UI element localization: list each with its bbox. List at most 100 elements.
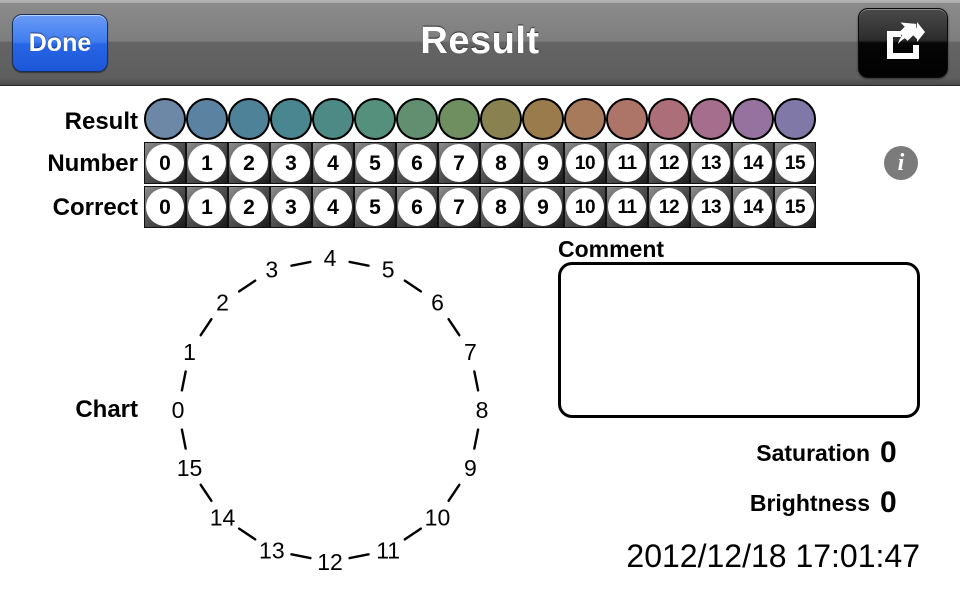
navigation-bar: Done Result bbox=[0, 0, 960, 86]
chart-edge bbox=[199, 483, 213, 503]
number-cell-value: 2 bbox=[230, 144, 268, 182]
chart-node-label: 6 bbox=[431, 290, 444, 316]
number-cell[interactable]: 9 bbox=[522, 142, 564, 184]
saturation-label: Saturation bbox=[756, 440, 870, 466]
correct-cell-value: 7 bbox=[440, 188, 478, 226]
correct-cell-value: 14 bbox=[734, 188, 772, 226]
chart-edge bbox=[180, 428, 187, 450]
correct-cell[interactable]: 9 bbox=[522, 186, 564, 228]
correct-strip: 0 1 2 3 4 5 6 7 8 9 10 11 12 13 14 15 bbox=[144, 186, 816, 228]
number-cell-value: 9 bbox=[524, 144, 562, 182]
number-cell-value: 4 bbox=[314, 144, 352, 182]
number-cell-value: 6 bbox=[398, 144, 436, 182]
page-title: Result bbox=[420, 20, 540, 62]
correct-row-label: Correct bbox=[52, 194, 138, 221]
chart-edge bbox=[447, 317, 461, 337]
correct-cell-value: 4 bbox=[314, 188, 352, 226]
chart-node-label: 0 bbox=[172, 397, 185, 423]
correct-cell-value: 6 bbox=[398, 188, 436, 226]
number-cell[interactable]: 12 bbox=[648, 142, 690, 184]
result-swatch bbox=[312, 98, 354, 140]
result-swatch bbox=[354, 98, 396, 140]
number-cell-value: 15 bbox=[776, 144, 814, 182]
result-swatch bbox=[228, 98, 270, 140]
chart-node-label: 1 bbox=[183, 339, 196, 365]
chart-node-label: 9 bbox=[464, 455, 477, 481]
correct-cell[interactable]: 14 bbox=[732, 186, 774, 228]
correct-cell[interactable]: 1 bbox=[186, 186, 228, 228]
result-screen: Done Result Result Number Correct Chart … bbox=[0, 0, 960, 600]
share-button[interactable] bbox=[858, 8, 948, 78]
chart-node-label: 4 bbox=[324, 245, 337, 271]
number-cell-value: 12 bbox=[650, 144, 688, 182]
result-swatch bbox=[648, 98, 690, 140]
number-cell[interactable]: 3 bbox=[270, 142, 312, 184]
number-cell-value: 13 bbox=[692, 144, 730, 182]
correct-cell[interactable]: 15 bbox=[774, 186, 816, 228]
share-export-icon bbox=[881, 21, 925, 66]
chart-edge bbox=[237, 527, 257, 541]
correct-cell[interactable]: 11 bbox=[606, 186, 648, 228]
correct-cell[interactable]: 4 bbox=[312, 186, 354, 228]
chart-edge bbox=[473, 428, 480, 450]
number-cell[interactable]: 7 bbox=[438, 142, 480, 184]
number-cell[interactable]: 4 bbox=[312, 142, 354, 184]
correct-cell[interactable]: 7 bbox=[438, 186, 480, 228]
correct-cell[interactable]: 13 bbox=[690, 186, 732, 228]
number-cell[interactable]: 14 bbox=[732, 142, 774, 184]
number-cell[interactable]: 5 bbox=[354, 142, 396, 184]
result-swatch bbox=[690, 98, 732, 140]
comment-input[interactable] bbox=[558, 262, 920, 418]
chart-edge bbox=[348, 260, 370, 267]
correct-cell[interactable]: 2 bbox=[228, 186, 270, 228]
result-swatch bbox=[144, 98, 186, 140]
chart-edge bbox=[403, 527, 423, 541]
number-cell[interactable]: 1 bbox=[186, 142, 228, 184]
correct-cell-value: 10 bbox=[566, 188, 604, 226]
correct-cell-value: 11 bbox=[608, 188, 646, 226]
chart-diagram: 0 1 2 3 4 5 6 7 8 9 10 11 12 13 14 15 bbox=[140, 232, 540, 600]
number-cell[interactable]: 8 bbox=[480, 142, 522, 184]
correct-cell-value: 15 bbox=[776, 188, 814, 226]
chart-node-label: 12 bbox=[317, 549, 343, 575]
chart-edge bbox=[237, 279, 257, 293]
correct-cell-value: 12 bbox=[650, 188, 688, 226]
result-swatch bbox=[438, 98, 480, 140]
correct-cell-value: 9 bbox=[524, 188, 562, 226]
timestamp: 2012/12/18 17:01:47 bbox=[626, 538, 920, 574]
number-cell[interactable]: 13 bbox=[690, 142, 732, 184]
chart-node-label: 5 bbox=[382, 257, 395, 283]
number-cell-value: 7 bbox=[440, 144, 478, 182]
saturation-value: 0 bbox=[880, 436, 897, 469]
result-swatch bbox=[270, 98, 312, 140]
chart-edge bbox=[180, 370, 187, 392]
correct-cell[interactable]: 12 bbox=[648, 186, 690, 228]
number-cell[interactable]: 6 bbox=[396, 142, 438, 184]
correct-cell[interactable]: 0 bbox=[144, 186, 186, 228]
number-cell[interactable]: 10 bbox=[564, 142, 606, 184]
correct-cell-value: 5 bbox=[356, 188, 394, 226]
result-swatch bbox=[186, 98, 228, 140]
correct-cell-value: 8 bbox=[482, 188, 520, 226]
number-cell-value: 14 bbox=[734, 144, 772, 182]
correct-cell-value: 3 bbox=[272, 188, 310, 226]
chart-node-label: 11 bbox=[376, 537, 400, 563]
chart-edge bbox=[348, 553, 370, 560]
result-swatch bbox=[522, 98, 564, 140]
number-cell[interactable]: 2 bbox=[228, 142, 270, 184]
correct-cell[interactable]: 5 bbox=[354, 186, 396, 228]
info-icon[interactable]: i bbox=[884, 146, 918, 180]
number-cell[interactable]: 15 bbox=[774, 142, 816, 184]
correct-cell[interactable]: 3 bbox=[270, 186, 312, 228]
number-cell[interactable]: 11 bbox=[606, 142, 648, 184]
chart-node-label: 8 bbox=[476, 397, 489, 423]
correct-cell-value: 1 bbox=[188, 188, 226, 226]
number-cell-value: 1 bbox=[188, 144, 226, 182]
info-icon-glyph: i bbox=[897, 149, 905, 176]
number-cell[interactable]: 0 bbox=[144, 142, 186, 184]
correct-cell[interactable]: 8 bbox=[480, 186, 522, 228]
result-swatch bbox=[564, 98, 606, 140]
brightness-label: Brightness bbox=[749, 490, 870, 516]
correct-cell[interactable]: 10 bbox=[564, 186, 606, 228]
correct-cell[interactable]: 6 bbox=[396, 186, 438, 228]
